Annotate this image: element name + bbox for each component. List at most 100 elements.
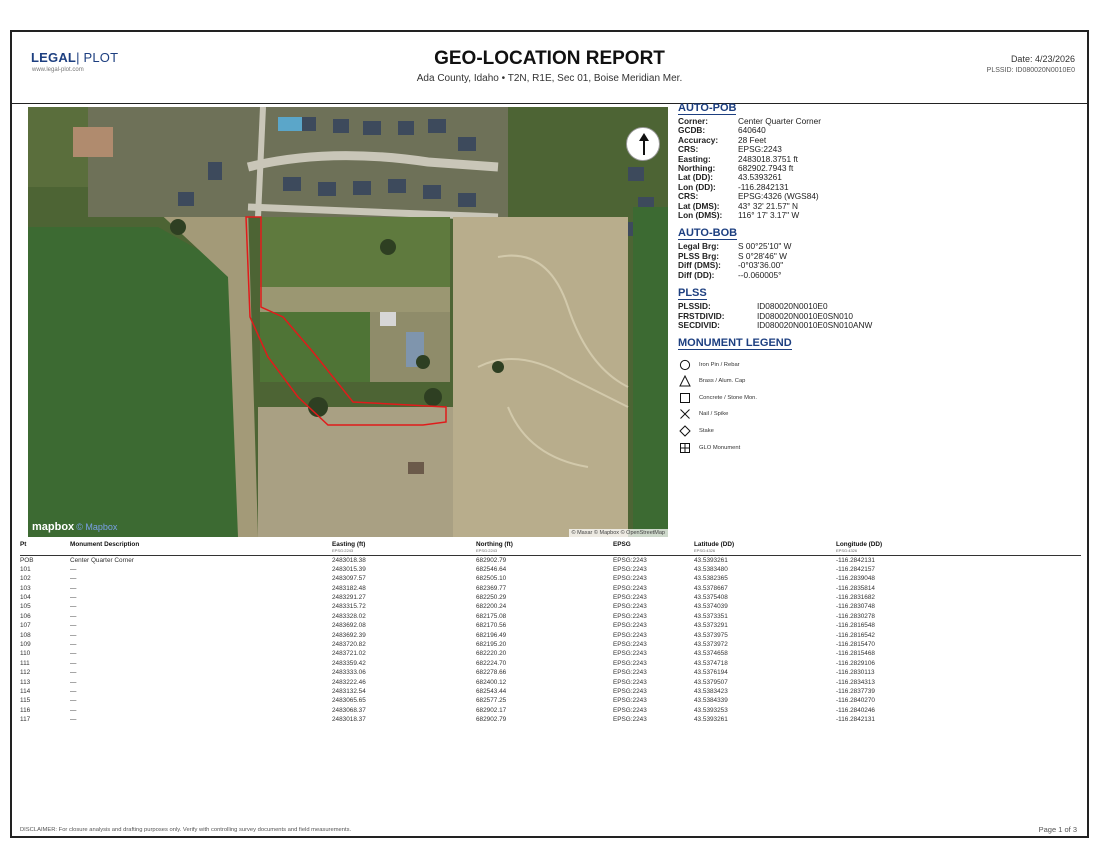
table-cell: 43.5393253 [694,706,728,714]
map-attribution[interactable]: © Maxar © Mapbox © OpenStreetMap [568,529,668,537]
legend-item: Nail / Spike [678,406,1083,423]
table-cell: 2483018.37 [332,716,366,724]
report-title: GEO-LOCATION REPORT [434,48,665,69]
table-row: 105 — 2483315.72 682200.24 EPSG:2243 43.53740… [20,603,1081,612]
plss-key: SECDIVID: [678,319,720,330]
auto-bob-section: AUTO-BOB Legal Brg: S 00°25'10" W PLSS Brg… [678,223,1083,280]
table-cell: 2483333.06 [332,669,366,677]
plss-value: ID080020N0010E0SN010ANW [757,319,873,330]
diamond-icon [678,424,691,437]
legend-label: Stake [699,427,714,434]
satellite-map[interactable]: mapbox © Mapbox © Maxar © Mapbox © OpenSt… [28,107,668,537]
table-row: 109 — 2483720.82 682195.20 EPSG:2243 43.53739… [20,641,1081,650]
table-cell: 43.5373291 [694,622,728,630]
page-number: Page 1 of 3 [1038,825,1077,834]
mapbox-logo: mapbox © Mapbox [32,521,118,533]
table-row: 114 — 2483132.54 682543.44 EPSG:2243 43.53834… [20,687,1081,696]
table-cell: 682369.77 [476,584,507,592]
table-cell: 103 [20,584,31,592]
table-cell: 2483068.37 [332,706,366,714]
glo-monument-icon [678,441,691,454]
table-cell: EPSG:2243 [613,650,647,658]
table-cell: 43.5376194 [694,669,728,677]
table-cell: 2483692.39 [332,631,366,639]
table-cell: — [70,584,77,592]
table-cell: 682196.49 [476,631,507,639]
table-cell: 682250.29 [476,594,507,602]
table-cell: 102 [20,575,31,583]
table-cell: -116.2816548 [836,622,875,630]
table-cell: 43.5383480 [694,565,728,573]
column-header: Monument Description [70,541,139,548]
table-cell: EPSG:2243 [613,631,647,639]
table-cell: 43.5383423 [694,687,728,695]
table-cell: 682175.08 [476,612,507,620]
table-cell: -116.2830113 [836,669,875,677]
table-cell: 43.5382365 [694,575,728,583]
table-row: 107 — 2483692.08 682170.56 EPSG:2243 43.53732… [20,622,1081,631]
table-cell: 116 [20,706,31,714]
table-cell: EPSG:2243 [613,687,647,695]
monument-legend-heading: MONUMENT LEGEND [678,337,792,351]
table-cell: — [70,706,77,714]
table-cell: EPSG:2243 [613,575,647,583]
table-row: 101 — 2483015.39 682546.64 EPSG:2243 43.53834… [20,565,1081,574]
column-header-label: Longitude (DD) [836,541,883,548]
table-cell: 43.5375408 [694,594,728,602]
plss-heading: PLSS [678,287,707,301]
table-cell: — [70,669,77,677]
table-cell: 682902.79 [476,716,507,724]
table-cell: 682200.24 [476,603,507,611]
table-cell: — [70,631,77,639]
table-cell: — [70,594,77,602]
legend-label: Iron Pin / Rebar [699,361,740,368]
table-cell: -116.2842131 [836,556,875,564]
table-cell: — [70,678,77,686]
x-icon [678,408,691,421]
table-cell: 43.5374658 [694,650,728,658]
table-cell: -116.2815470 [836,641,875,649]
auto-pob-heading: AUTO-POB [678,102,737,115]
report-date: Date: 4/23/2026 [1010,54,1075,64]
table-cell: 2483097.57 [332,575,366,583]
table-cell: EPSG:2243 [613,612,647,620]
table-cell: -116.2830748 [836,603,875,611]
table-cell: 111 [20,659,30,667]
column-header: Northing (ft) EPSG:2243 [476,541,513,553]
column-header-label: EPSG [613,541,631,548]
table-row: 111 — 2483359.42 682224.70 EPSG:2243 43.53747… [20,659,1081,668]
auto-bob-row: Diff (DD): --0.060005° [678,270,1083,280]
table-body: POB Center Quarter Corner 2483018.38 682902… [20,556,1081,725]
table-cell: -116.2837739 [836,687,875,695]
auto-bob-heading: AUTO-BOB [678,227,738,241]
table-cell: 43.5373351 [694,612,728,620]
column-header-label: Pt [20,541,27,548]
table-cell: 2483182.48 [332,584,366,592]
column-header: Pt [20,541,26,548]
table-row: 116 — 2483068.37 682902.17 EPSG:2243 43.53932… [20,706,1081,715]
table-cell: 114 [20,687,31,695]
table-cell: 2483132.54 [332,687,366,695]
table-row: POB Center Quarter Corner 2483018.38 682902… [20,556,1081,565]
table-row: 113 — 2483222.46 682400.12 EPSG:2243 43.53795… [20,678,1081,687]
column-header-label: Monument Description [70,541,140,548]
column-header-crs: EPSG:4326 [694,548,716,553]
map-imagery [28,107,668,537]
table-row: 108 — 2483692.39 682196.49 EPSG:2243 43.53739… [20,631,1081,640]
table-cell: 107 [20,622,31,630]
table-cell: 104 [20,594,31,602]
column-header: Longitude (DD) EPSG:4326 [836,541,882,553]
report-page: LEGAL| PLOT www.legal-plot.com GEO-LOCAT… [10,30,1089,838]
table-cell: 682224.70 [476,659,507,667]
table-cell: — [70,575,77,583]
table-cell: 682400.12 [476,678,507,686]
table-cell: 682546.64 [476,565,507,573]
table-cell: 43.5378667 [694,584,728,592]
table-header: Pt Monument Description Easting (ft) EPSG:2… [20,539,1081,556]
table-cell: 112 [20,669,31,677]
header-plssid: PLSSID: ID080020N0010E0 [986,67,1075,74]
table-cell: EPSG:2243 [613,669,647,677]
table-cell: 682278.66 [476,669,507,677]
table-cell: 101 [20,565,31,573]
table-cell: 2483065.65 [332,697,366,705]
